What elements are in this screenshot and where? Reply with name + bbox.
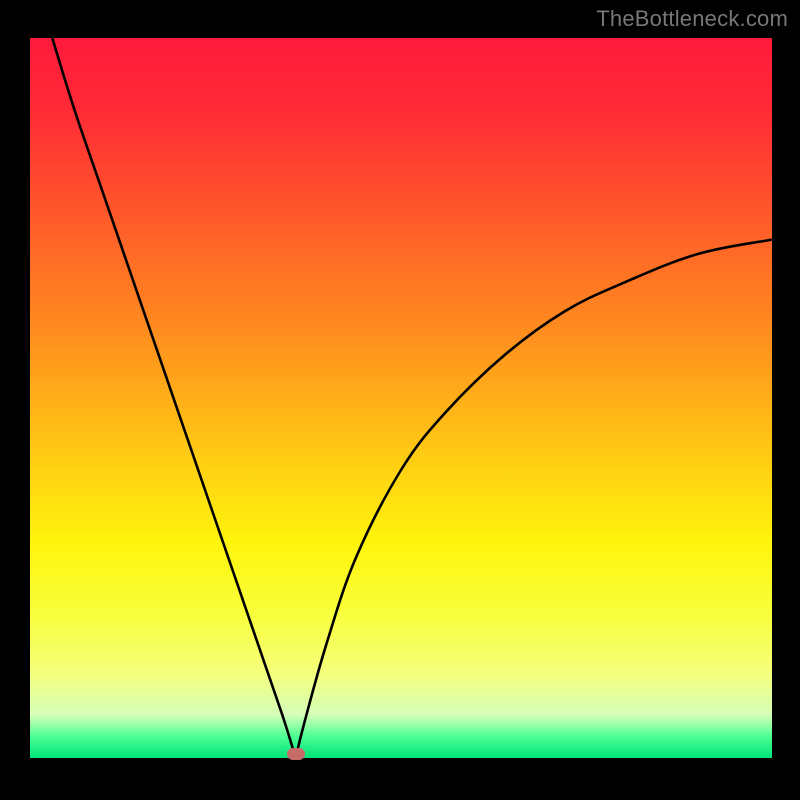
watermark-text: TheBottleneck.com	[596, 6, 788, 32]
curve-svg	[30, 38, 772, 758]
plot-area	[30, 38, 772, 758]
chart-frame: TheBottleneck.com	[0, 0, 800, 800]
optimal-point-marker	[287, 748, 305, 760]
bottleneck-curve-path	[52, 38, 772, 758]
